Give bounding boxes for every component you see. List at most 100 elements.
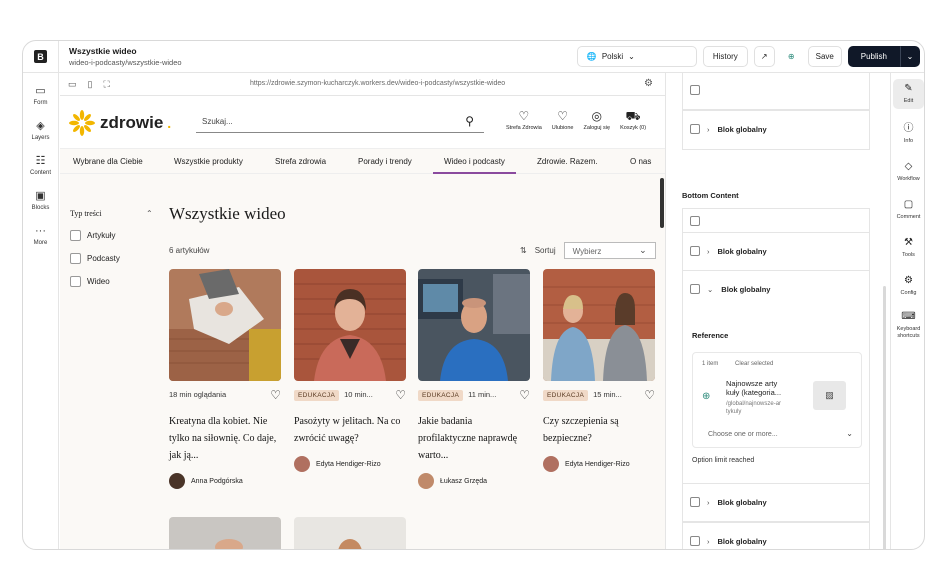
preview-scrollbar[interactable] (660, 178, 664, 228)
rail-blocks[interactable]: ▣ Blocks (23, 190, 58, 211)
card-meta: EDUKACJA 15 min... ♡ (543, 388, 655, 404)
nav-item-selected[interactable]: Wybrane dla Ciebie (73, 157, 143, 166)
nav-item-video[interactable]: Wideo i podcasty (444, 157, 505, 166)
heart-icon[interactable]: ♡ (395, 388, 406, 402)
heart-icon[interactable]: ♡ (270, 388, 281, 402)
nav-item-products[interactable]: Wszystkie produkty (174, 157, 243, 166)
category-badge[interactable]: EDUKACJA (543, 390, 589, 401)
card-image[interactable] (294, 269, 406, 381)
article-card[interactable]: EDUKACJA 15 min... ♡ Czy szczepienia są b… (543, 269, 655, 472)
chevron-down-icon[interactable]: ⌄ (707, 285, 713, 294)
reference-select[interactable]: Choose one or more... (708, 431, 778, 438)
chevron-up-icon[interactable]: ⌃ (146, 209, 153, 218)
chevron-right-icon[interactable]: › (707, 537, 710, 546)
panel-row-empty[interactable] (682, 208, 870, 233)
filter-articles[interactable]: Artykuły (70, 230, 120, 241)
cart-link[interactable]: ⛟ Koszyk (0) (620, 110, 646, 131)
panel-row-global-block[interactable]: › Blok globalny (682, 232, 870, 271)
card-image[interactable] (543, 269, 655, 381)
rail-layers[interactable]: ◈ Layers (23, 120, 58, 141)
rail-more[interactable]: ··· More (23, 225, 58, 246)
chevron-right-icon[interactable]: › (707, 498, 710, 507)
nav-item-advice[interactable]: Porady i trendy (358, 157, 412, 166)
gear-icon[interactable]: ⚙ (644, 78, 653, 89)
article-card[interactable]: EDUKACJA 11 min... ♡ Jakie badania profil… (418, 269, 530, 489)
article-card[interactable]: EDUKACJA 10 min... ♡ Pasożyty w jelitach.… (294, 269, 406, 472)
card-image[interactable] (418, 269, 530, 381)
card-title[interactable]: Pasożyty w jelitach. Na co zwrócić uwagę… (294, 413, 406, 447)
panel-row-global-block[interactable]: › Blok globalny (682, 110, 870, 150)
sort-label[interactable]: Sortuj (535, 246, 556, 255)
filter-podcasts[interactable]: Podcasty (70, 253, 120, 264)
panel-row-global-block[interactable]: › Blok globalny (682, 522, 870, 549)
checkbox[interactable] (70, 276, 81, 287)
filter-video[interactable]: Wideo (70, 276, 120, 287)
nav-item-about[interactable]: O nas (630, 157, 651, 166)
reference-name[interactable]: Najnowsze arty kuły (kategoria... (726, 379, 791, 397)
favorites-link[interactable]: ♡ Ulubione (552, 110, 574, 131)
checkbox[interactable] (690, 536, 700, 546)
panel-row-empty[interactable] (682, 73, 870, 110)
category-badge[interactable]: EDUKACJA (294, 390, 340, 401)
reference-title: Reference (692, 331, 729, 340)
rail-keyboard[interactable]: ⌨ Keyboard shortcuts (893, 311, 924, 340)
checkbox[interactable] (690, 284, 700, 294)
reference-drag-icon[interactable]: ⊕ (702, 391, 710, 402)
chevron-down-icon[interactable]: ⌄ (846, 429, 853, 438)
rail-info[interactable]: ⓘ Info (893, 123, 924, 145)
checkbox[interactable] (70, 230, 81, 241)
checkbox[interactable] (690, 246, 700, 256)
nav-item-together[interactable]: Zdrowie. Razem. (537, 157, 597, 166)
app-logo[interactable]: B (23, 41, 59, 73)
heart-icon[interactable]: ♡ (644, 388, 655, 402)
card-title[interactable]: Jakie badania profilaktyczne naprawdę wa… (418, 413, 530, 464)
chevron-right-icon[interactable]: › (707, 125, 710, 134)
language-select[interactable]: 🌐 Polski ⌄ (576, 46, 697, 67)
sort-select[interactable]: Wybierz ⌄ (563, 242, 656, 259)
plus-circle-icon[interactable]: ⊕ (780, 46, 802, 67)
checkbox[interactable] (690, 85, 700, 95)
panel-row-global-block-expanded[interactable]: ⌄ Blok globalny (682, 270, 870, 309)
health-zone-link[interactable]: ♡ Strefa Zdrowia (506, 110, 542, 131)
mobile-view-icon[interactable]: ▯ (88, 79, 93, 90)
article-card[interactable]: 18 min oglądania ♡ Kreatyna dla kobiet. … (169, 269, 281, 489)
checkbox[interactable] (70, 253, 81, 264)
rail-edit[interactable]: ✎ Edit (893, 79, 924, 109)
nav-item-health-zone[interactable]: Strefa zdrowia (275, 157, 326, 166)
heart-icon[interactable]: ♡ (519, 388, 530, 402)
reference-list: 1 item Clear selected ⊕ Najnowsze arty k… (692, 352, 862, 448)
card-image-partial[interactable] (294, 517, 406, 549)
panel-row-global-block[interactable]: › Blok globalny (682, 483, 870, 522)
result-count: 6 artykułów (169, 246, 210, 255)
card-image-partial[interactable] (169, 517, 281, 549)
publish-options-icon[interactable]: ⌄ (900, 46, 920, 67)
category-badge[interactable]: EDUKACJA (418, 390, 464, 401)
panel-scrollbar[interactable] (883, 286, 886, 549)
open-external-icon[interactable]: ↗ (753, 46, 775, 67)
fullscreen-icon[interactable]: ⛶ (103, 79, 109, 90)
login-link[interactable]: ◎ Zaloguj się (583, 110, 610, 131)
image-icon[interactable]: ▨ (813, 381, 846, 410)
site-logo[interactable]: zdrowie. (68, 109, 171, 137)
avatar (543, 456, 559, 472)
history-button[interactable]: History (702, 46, 748, 67)
clear-selected-button[interactable]: Clear selected (735, 361, 773, 367)
desktop-view-icon[interactable]: ▭ (68, 79, 77, 90)
save-button[interactable]: Save (807, 46, 842, 67)
card-title[interactable]: Czy szczepienia są bezpieczne? (543, 413, 655, 447)
publish-button[interactable]: Publish (847, 46, 900, 67)
checkbox[interactable] (690, 497, 700, 507)
checkbox[interactable] (690, 216, 700, 226)
search-input[interactable]: Szukaj... ⚲ (196, 111, 484, 133)
rail-comment[interactable]: ▢ Comment (893, 199, 924, 221)
chevron-right-icon[interactable]: › (707, 247, 710, 256)
card-title[interactable]: Kreatyna dla kobiet. Nie tylko na siłown… (169, 413, 281, 464)
rail-tools[interactable]: ⚒ Tools (893, 237, 924, 259)
search-icon[interactable]: ⚲ (465, 114, 474, 128)
card-image[interactable] (169, 269, 281, 381)
checkbox[interactable] (690, 124, 700, 134)
rail-form[interactable]: ▭ Form (23, 85, 58, 106)
rail-workflow[interactable]: ◇ Workflow (893, 161, 924, 183)
rail-content[interactable]: ☷ Content (23, 155, 58, 176)
rail-config[interactable]: ⚙ Config (893, 275, 924, 297)
